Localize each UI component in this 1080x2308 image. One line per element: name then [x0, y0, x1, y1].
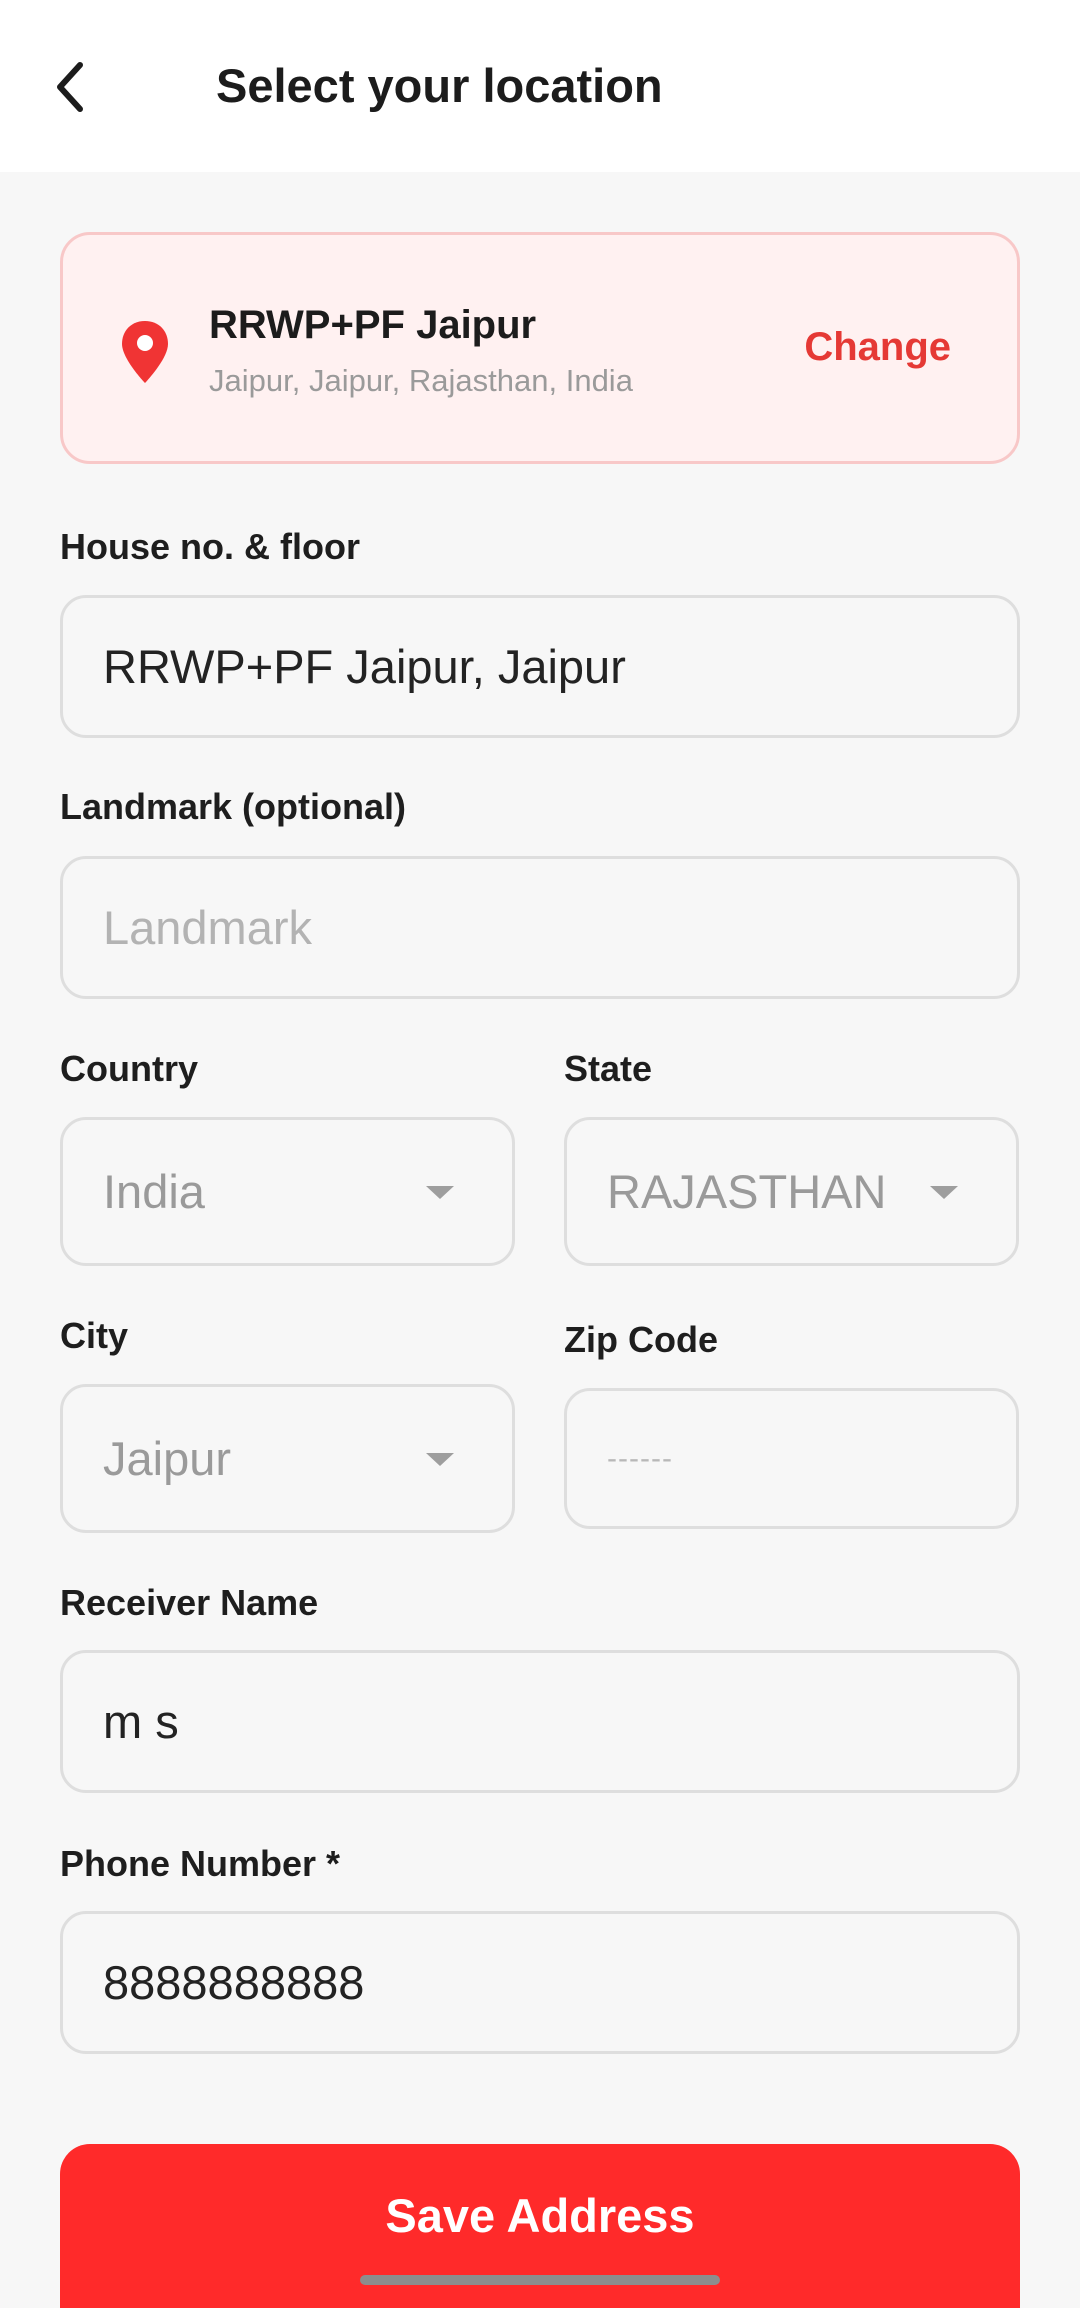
page-title: Select your location	[216, 59, 663, 112]
home-indicator[interactable]	[360, 2275, 720, 2285]
landmark-label: Landmark (optional)	[60, 786, 407, 827]
back-button[interactable]	[40, 52, 100, 122]
location-title: RRWP+PF Jaipur	[209, 303, 537, 347]
location-subtitle: Jaipur, Jaipur, Rajasthan, India	[209, 363, 633, 398]
house-input[interactable]: RRWP+PF Jaipur, Jaipur	[60, 595, 1020, 738]
receiver-input[interactable]: m s	[60, 1650, 1020, 1793]
save-address-label: Save Address	[385, 2189, 695, 2242]
location-pin-icon	[122, 321, 168, 383]
receiver-input-value: m s	[103, 1695, 179, 1748]
zip-placeholder: ------	[607, 1441, 673, 1475]
landmark-input[interactable]: Landmark	[60, 856, 1020, 999]
receiver-label: Receiver Name	[60, 1582, 319, 1623]
phone-label: Phone Number *	[60, 1843, 341, 1884]
house-label: House no. & floor	[60, 526, 360, 567]
app-header: Select your location	[0, 0, 1080, 172]
landmark-placeholder: Landmark	[103, 901, 312, 954]
phone-input-value: 8888888888	[103, 1956, 365, 2009]
zip-label: Zip Code	[564, 1319, 718, 1360]
city-select[interactable]: Jaipur	[60, 1384, 515, 1533]
change-location-button[interactable]: Change	[804, 325, 951, 370]
state-select[interactable]: RAJASTHAN	[564, 1117, 1019, 1266]
country-label: Country	[60, 1048, 198, 1089]
zip-input[interactable]: ------	[564, 1388, 1019, 1529]
city-select-value: Jaipur	[103, 1432, 232, 1485]
caret-down-icon	[426, 1452, 454, 1466]
country-select-value: India	[103, 1165, 205, 1218]
state-label: State	[564, 1048, 653, 1089]
selected-location-card: RRWP+PF Jaipur Jaipur, Jaipur, Rajasthan…	[60, 232, 1020, 464]
city-label: City	[60, 1315, 129, 1356]
phone-input[interactable]: 8888888888	[60, 1911, 1020, 2054]
caret-down-icon	[930, 1185, 958, 1199]
chevron-left-icon	[57, 62, 83, 112]
country-select[interactable]: India	[60, 1117, 515, 1266]
state-select-value: RAJASTHAN	[607, 1165, 887, 1218]
caret-down-icon	[426, 1185, 454, 1199]
house-input-value: RRWP+PF Jaipur, Jaipur	[103, 640, 626, 693]
